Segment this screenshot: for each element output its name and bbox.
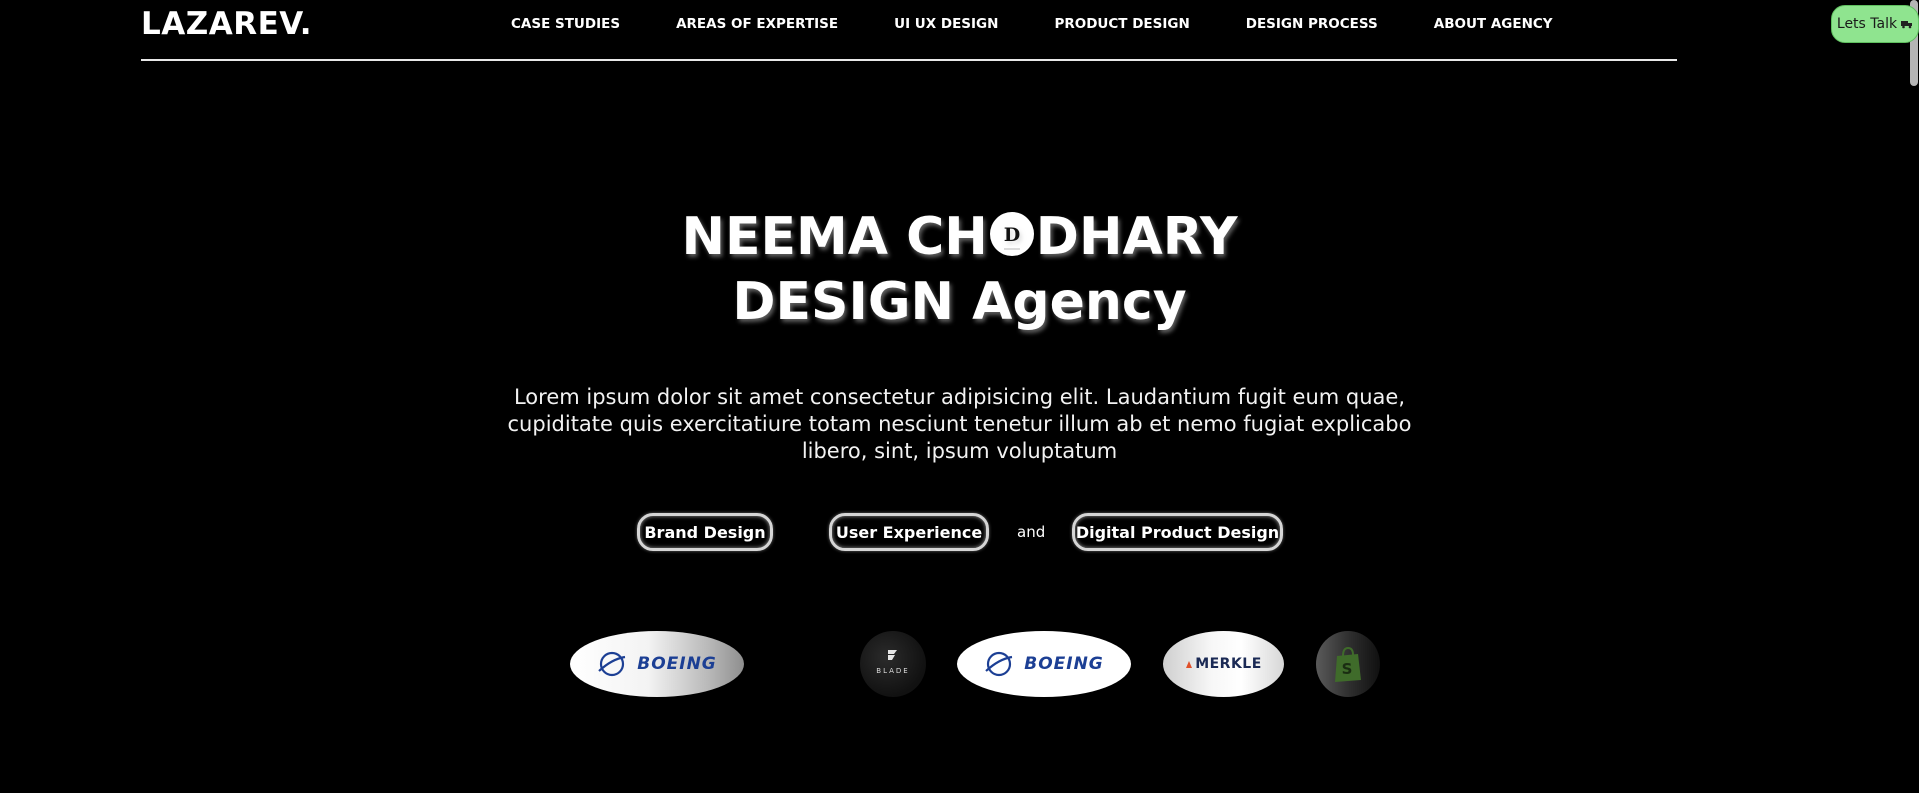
- boeing-wordmark: BOEING: [637, 654, 717, 674]
- tag-brand-design[interactable]: Brand Design: [637, 513, 773, 551]
- client-logo-boeing: BOEING: [570, 631, 744, 697]
- nav-item-case-studies[interactable]: CASE STUDIES: [511, 16, 620, 32]
- shopify-bag-icon: S: [1335, 646, 1361, 682]
- client-logo-boeing: BOEING: [957, 631, 1131, 697]
- hero-description-wrap: Lorem ipsum dolor sit amet consectetur a…: [0, 384, 1919, 465]
- site-header: LAZAREV. CASE STUDIES AREAS OF EXPERTISE…: [141, 0, 1919, 61]
- hero-title-line-1: NEEMA CH D DHARY: [0, 200, 1919, 271]
- tags-connector: and: [1017, 523, 1046, 541]
- tag-user-experience[interactable]: User Experience: [829, 513, 989, 551]
- client-logo-merkle: MERKLE: [1163, 631, 1284, 697]
- boeing-icon: [985, 651, 1013, 677]
- nav-item-about-agency[interactable]: ABOUT AGENCY: [1434, 16, 1553, 32]
- hero-title-part-2: DHARY: [1035, 207, 1238, 267]
- main-nav: CASE STUDIES AREAS OF EXPERTISE UI UX DE…: [511, 16, 1553, 32]
- blade-wordmark: BLADE: [876, 667, 910, 675]
- service-tags: Brand Design User Experience and Digital…: [0, 513, 1919, 553]
- site-logo[interactable]: LAZAREV.: [141, 6, 312, 42]
- page: LAZAREV. CASE STUDIES AREAS OF EXPERTISE…: [0, 0, 1919, 793]
- svg-text:S: S: [1342, 660, 1353, 678]
- nav-item-ui-ux-design[interactable]: UI UX DESIGN: [894, 16, 998, 32]
- merkle-mark-icon: [1186, 661, 1193, 668]
- boeing-wordmark: BOEING: [1024, 654, 1104, 674]
- truck-icon: [1901, 20, 1913, 29]
- lets-talk-button[interactable]: Lets Talk: [1831, 5, 1919, 43]
- nav-item-areas-of-expertise[interactable]: AREAS OF EXPERTISE: [676, 16, 838, 32]
- brand-badge-icon: D: [989, 212, 1034, 256]
- lets-talk-label: Lets Talk: [1836, 16, 1898, 32]
- merkle-wordmark: MERKLE: [1195, 656, 1262, 672]
- nav-item-product-design[interactable]: PRODUCT DESIGN: [1054, 16, 1189, 32]
- hero-title-line-2: DESIGN Agency: [732, 272, 1187, 332]
- brand-badge-letter: D: [1004, 224, 1020, 246]
- nav-item-design-process[interactable]: DESIGN PROCESS: [1246, 16, 1378, 32]
- hero-description: Lorem ipsum dolor sit amet consectetur a…: [507, 385, 1412, 463]
- client-logo-blade: BLADE: [860, 631, 926, 697]
- client-logo-shopify: S: [1316, 631, 1380, 697]
- blade-icon: [888, 650, 897, 660]
- hero-title-part-1: NEEMA CH: [681, 207, 988, 267]
- tag-digital-product-design[interactable]: Digital Product Design: [1072, 513, 1283, 551]
- boeing-icon: [598, 651, 626, 677]
